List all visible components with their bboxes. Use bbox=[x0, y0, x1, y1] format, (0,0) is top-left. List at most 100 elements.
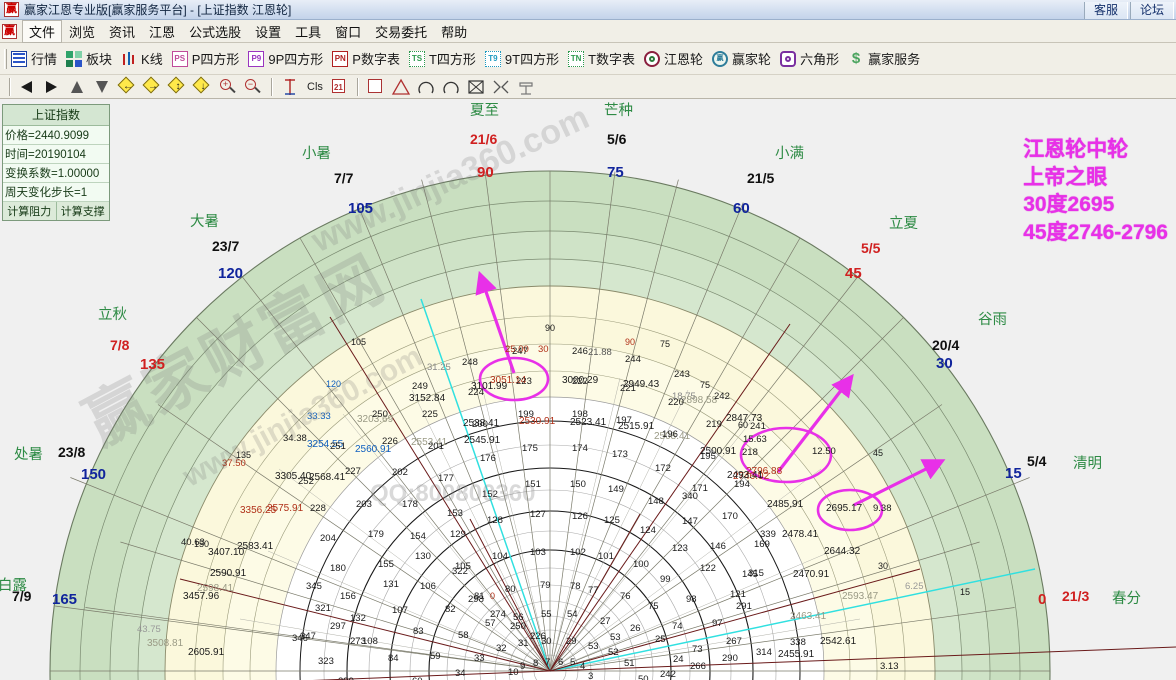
svg-text:2598.41: 2598.41 bbox=[197, 583, 234, 594]
ps-box-icon: PS bbox=[171, 50, 188, 67]
svg-text:90: 90 bbox=[545, 323, 555, 333]
svg-text:203: 203 bbox=[356, 499, 372, 510]
svg-text:53: 53 bbox=[610, 632, 621, 643]
p9-box-icon: P9 bbox=[248, 50, 265, 67]
svg-text:198: 198 bbox=[572, 409, 588, 420]
rect-tool-icon[interactable] bbox=[364, 77, 388, 97]
toolbar-button-block[interactable]: 板块 bbox=[66, 49, 112, 68]
toolbar-button-gann-wheel[interactable]: 江恩轮 bbox=[644, 49, 703, 68]
forum-button[interactable]: 论坛 bbox=[1129, 1, 1174, 19]
arc-right-tool-icon[interactable] bbox=[439, 77, 463, 97]
toolbar-label-winner-service: 赢家服务 bbox=[868, 52, 921, 67]
annotation-line-3: 30度2695 bbox=[1023, 193, 1115, 217]
svg-text:179: 179 bbox=[368, 529, 384, 540]
svg-text:2575.91: 2575.91 bbox=[267, 503, 304, 514]
svg-text:3152.84: 3152.84 bbox=[409, 393, 446, 404]
term-degree-xiaoman: 60 bbox=[733, 200, 750, 217]
ts-box-icon: TS bbox=[408, 50, 425, 67]
menu-item-window[interactable]: 窗口 bbox=[328, 20, 368, 43]
title-bar-buttons: 客服 论坛 bbox=[1082, 0, 1174, 20]
cursor-down-icon[interactable] bbox=[91, 77, 115, 97]
calc-support-button[interactable]: 计算支撑 bbox=[56, 202, 109, 220]
arrow-right-icon[interactable] bbox=[41, 77, 65, 97]
toolbar-button-9p-square[interactable]: P9 9P四方形 bbox=[248, 49, 323, 68]
menu-item-news[interactable]: 资讯 bbox=[102, 20, 142, 43]
arrow-left-icon[interactable] bbox=[16, 77, 40, 97]
svg-text:52: 52 bbox=[608, 647, 619, 658]
toolbar-button-winner-wheel[interactable]: 赢 赢家轮 bbox=[712, 49, 771, 68]
svg-text:105: 105 bbox=[351, 337, 366, 347]
triangle-tool-icon[interactable] bbox=[389, 77, 413, 97]
toolbar-button-p-number-table[interactable]: PN P数字表 bbox=[332, 49, 400, 68]
calc-resistance-button[interactable]: 计算阻力 bbox=[3, 202, 57, 220]
term-degree-dashu: 120 bbox=[218, 265, 244, 282]
svg-text:124: 124 bbox=[640, 525, 656, 536]
svg-text:242: 242 bbox=[660, 669, 676, 680]
svg-text:73: 73 bbox=[692, 644, 703, 655]
shrink-tool-icon[interactable] bbox=[489, 77, 513, 97]
toolbar-button-kline[interactable]: K线 bbox=[121, 49, 163, 68]
term-degree-xiazhi: 90 bbox=[477, 164, 494, 181]
menu-item-tools[interactable]: 工具 bbox=[288, 20, 328, 43]
svg-text:12.50: 12.50 bbox=[812, 446, 836, 457]
calendar-icon[interactable]: 21 bbox=[327, 77, 351, 97]
svg-text:84: 84 bbox=[388, 653, 399, 664]
term-label-chunfen: 春分 bbox=[1112, 591, 1141, 607]
svg-text:2542.61: 2542.61 bbox=[820, 636, 857, 647]
toolbar-button-winner-service[interactable]: $ 赢家服务 bbox=[848, 49, 920, 68]
menu-item-settings[interactable]: 设置 bbox=[248, 20, 288, 43]
menu-item-gann[interactable]: 江恩 bbox=[142, 20, 182, 43]
toolbar-separator-3 bbox=[356, 77, 359, 96]
menu-item-formula-stock-pick[interactable]: 公式选股 bbox=[182, 20, 248, 43]
menu-item-file[interactable]: 文件 bbox=[22, 19, 63, 43]
diamond-up-icon[interactable]: ↕ bbox=[166, 76, 190, 97]
cls-button[interactable]: Cls bbox=[307, 81, 323, 93]
toolbar-button-t-square[interactable]: TS T四方形 bbox=[408, 49, 476, 68]
arc-left-tool-icon[interactable] bbox=[414, 77, 438, 97]
svg-text:53: 53 bbox=[588, 641, 599, 652]
term-date-guyu: 20/4 bbox=[932, 337, 960, 353]
svg-text:7: 7 bbox=[545, 657, 550, 668]
svg-text:197: 197 bbox=[616, 415, 632, 426]
app-logo-icon: 赢 bbox=[4, 2, 19, 17]
crossbox-tool-icon[interactable] bbox=[464, 77, 488, 97]
zoom-out-icon[interactable]: − bbox=[241, 77, 265, 97]
svg-text:169: 169 bbox=[754, 539, 770, 550]
toolbar-button-hexagon[interactable]: 六角形 bbox=[780, 49, 839, 68]
svg-text:180: 180 bbox=[330, 563, 346, 574]
tn-box-icon: TN bbox=[568, 50, 585, 67]
toolbar-label-9p-square: 9P四方形 bbox=[268, 52, 324, 67]
diamond-right-icon[interactable]: → bbox=[141, 76, 165, 97]
svg-text:55: 55 bbox=[541, 609, 552, 620]
svg-text:32: 32 bbox=[496, 643, 507, 654]
menu-item-trade-entrust[interactable]: 交易委托 bbox=[368, 20, 434, 43]
term-label-dashu: 大暑 bbox=[190, 214, 219, 230]
gann-wheel-chart[interactable]: 90 90 75 75 60 30 45 15 0 105 120 135 15… bbox=[0, 99, 1176, 680]
pn-box-icon: PN bbox=[332, 50, 349, 67]
diamond-down-icon[interactable]: ↓ bbox=[191, 76, 215, 97]
menu-item-help[interactable]: 帮助 bbox=[434, 20, 474, 43]
svg-text:226: 226 bbox=[530, 631, 546, 642]
zoom-in-icon[interactable]: + bbox=[216, 77, 240, 97]
svg-text:97: 97 bbox=[712, 618, 723, 629]
toolbar-button-t-number-table[interactable]: TN T数字表 bbox=[568, 49, 635, 68]
term-date-bailu: 7/9 bbox=[12, 588, 32, 604]
svg-text:43.75: 43.75 bbox=[137, 624, 161, 635]
svg-text:131: 131 bbox=[383, 579, 399, 590]
menu-item-browse[interactable]: 浏览 bbox=[62, 20, 102, 43]
cursor-up-icon[interactable] bbox=[66, 77, 90, 97]
term-degree-mangzhong: 75 bbox=[607, 164, 624, 181]
svg-text:2898.58: 2898.58 bbox=[681, 395, 718, 406]
term-degree-lixia: 45 bbox=[845, 265, 862, 282]
annotation-line-2: 上帝之眼 bbox=[1023, 165, 1108, 189]
svg-text:2583.41: 2583.41 bbox=[237, 541, 274, 552]
stamp-tool-icon[interactable] bbox=[514, 77, 538, 97]
toolbar-button-quote[interactable]: 行情 bbox=[11, 49, 57, 68]
toolbar-button-p-square[interactable]: PS P四方形 bbox=[171, 49, 239, 68]
diamond-left-icon[interactable]: ← bbox=[116, 76, 140, 97]
svg-text:241: 241 bbox=[750, 421, 766, 432]
toolbar-button-9t-square[interactable]: T9 9T四方形 bbox=[484, 49, 559, 68]
customer-service-button[interactable]: 客服 bbox=[1083, 1, 1128, 19]
vertical-scale-icon[interactable] bbox=[278, 77, 302, 97]
svg-text:76: 76 bbox=[620, 591, 631, 602]
